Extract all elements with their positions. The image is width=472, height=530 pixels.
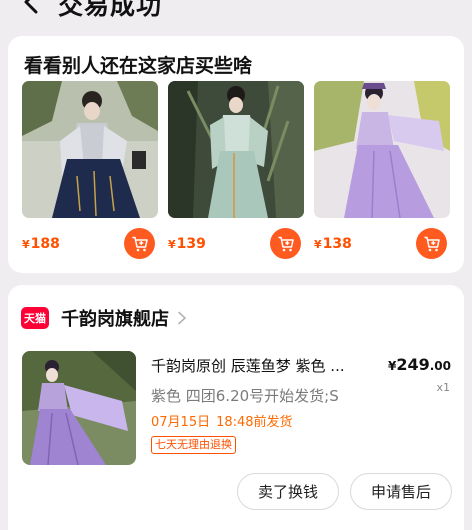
product-thumbnail[interactable]: [314, 81, 450, 218]
product-title[interactable]: 千韵岗原创 辰莲鱼梦 紫色 ...: [151, 355, 381, 376]
rec-item[interactable]: ¥138: [314, 81, 450, 261]
page-title: 交易成功: [58, 0, 163, 20]
rec-price: ¥139: [168, 236, 206, 252]
recommendations-card: 看看别人还在这家店买些啥 ¥188 ¥139 ¥138: [8, 36, 464, 273]
product-thumbnail[interactable]: [22, 81, 158, 218]
tmall-badge: 天猫: [21, 307, 49, 329]
return-policy-badge: 七天无理由退换: [151, 436, 236, 454]
ship-time: 18:48前发货: [216, 415, 293, 430]
product-price: ¥249.00: [387, 355, 451, 374]
ship-date: 07月15日: [151, 415, 211, 430]
shop-name[interactable]: 千韵岗旗舰店: [61, 305, 169, 331]
cart-icon: [424, 236, 440, 251]
shop-header[interactable]: 天猫 千韵岗旗舰店: [21, 304, 187, 332]
more-icon[interactable]: [424, 0, 450, 8]
chevron-right-icon: [178, 311, 187, 325]
add-to-cart-button[interactable]: [270, 228, 301, 259]
rec-price: ¥188: [22, 236, 60, 252]
add-to-cart-button[interactable]: [124, 228, 155, 259]
product-quantity: x1: [436, 381, 450, 394]
cart-icon: [278, 236, 294, 251]
top-bar: 交易成功: [0, 0, 472, 24]
rec-item[interactable]: ¥139: [168, 81, 304, 261]
cart-icon: [132, 236, 148, 251]
product-thumbnail[interactable]: [168, 81, 304, 218]
product-sku: 紫色 四团6.20号开始发货;S: [151, 387, 339, 405]
shipping-info: 07月15日 18:48前发货: [151, 411, 299, 430]
sell-for-cash-button[interactable]: 卖了换钱: [237, 473, 339, 510]
rec-item[interactable]: ¥188: [22, 81, 158, 261]
add-to-cart-button[interactable]: [416, 228, 447, 259]
recommendations-title: 看看别人还在这家店买些啥: [24, 55, 253, 77]
product-image[interactable]: [22, 351, 136, 465]
order-card: 天猫 千韵岗旗舰店 千韵岗原创 辰莲鱼梦 紫色 ... 紫色 四团6.20号开始…: [8, 285, 464, 530]
rec-price: ¥138: [314, 236, 352, 252]
after-sale-button[interactable]: 申请售后: [350, 473, 452, 510]
back-arrow-icon[interactable]: [20, 0, 46, 18]
